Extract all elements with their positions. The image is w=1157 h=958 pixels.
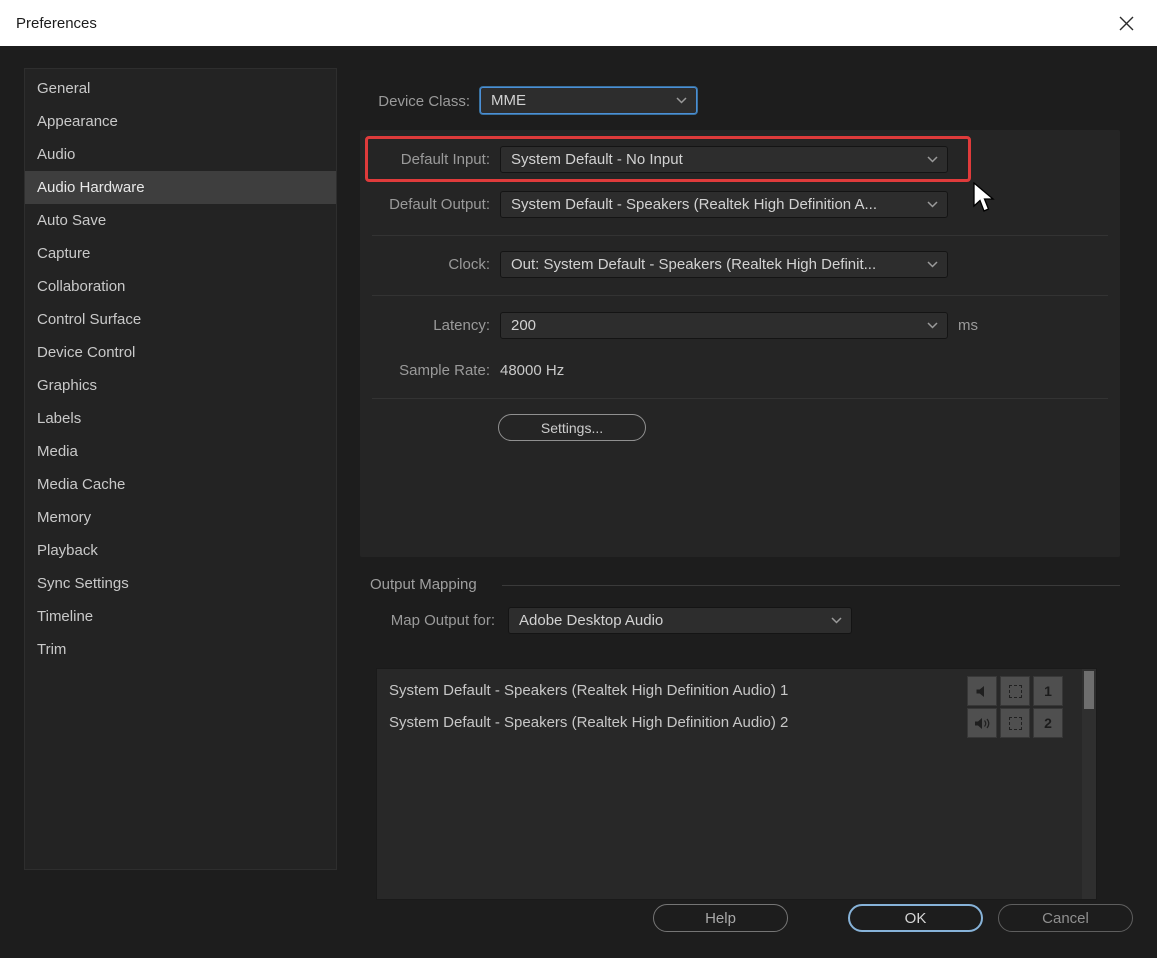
default-output-value: System Default - Speakers (Realtek High … — [511, 196, 877, 213]
mapping-row-label: System Default - Speakers (Realtek High … — [389, 714, 789, 731]
device-class-dropdown[interactable]: MME — [480, 87, 697, 114]
channel-number-badge[interactable]: 2 — [1033, 708, 1063, 738]
sidebar: General Appearance Audio Audio Hardware … — [24, 68, 337, 870]
scrollbar-thumb[interactable] — [1084, 671, 1094, 709]
sidebar-item-media-cache[interactable]: Media Cache — [25, 468, 336, 501]
latency-label: Latency: — [433, 317, 490, 334]
sidebar-item-device-control[interactable]: Device Control — [25, 336, 336, 369]
sidebar-item-control-surface[interactable]: Control Surface — [25, 303, 336, 336]
divider — [372, 398, 1108, 399]
sidebar-item-media[interactable]: Media — [25, 435, 336, 468]
output-mapping-list: System Default - Speakers (Realtek High … — [376, 668, 1097, 900]
dialog-body: General Appearance Audio Audio Hardware … — [0, 46, 1157, 958]
sidebar-item-trim[interactable]: Trim — [25, 633, 336, 666]
speaker-right-channel-button[interactable] — [967, 708, 997, 738]
sidebar-item-timeline[interactable]: Timeline — [25, 600, 336, 633]
device-class-value: MME — [491, 92, 526, 109]
map-output-for-value: Adobe Desktop Audio — [519, 612, 664, 629]
sample-rate-value: 48000 Hz — [500, 362, 565, 379]
stereo-pair-icon — [1008, 716, 1022, 730]
speaker-left-channel-button[interactable] — [967, 676, 997, 706]
map-output-for-label: Map Output for: — [390, 612, 495, 629]
sidebar-item-appearance[interactable]: Appearance — [25, 105, 336, 138]
chevron-down-icon — [927, 322, 938, 329]
default-input-value: System Default - No Input — [511, 151, 683, 168]
sidebar-item-audio-hardware[interactable]: Audio Hardware — [25, 171, 336, 204]
stereo-pair-icon — [1008, 684, 1022, 698]
ok-button[interactable]: OK — [848, 904, 983, 932]
window-title: Preferences — [16, 14, 97, 32]
chevron-down-icon — [927, 261, 938, 268]
default-input-dropdown[interactable]: System Default - No Input — [500, 146, 948, 173]
sidebar-item-capture[interactable]: Capture — [25, 237, 336, 270]
sidebar-item-labels[interactable]: Labels — [25, 402, 336, 435]
speaker-sound-icon — [974, 717, 989, 729]
close-icon — [1119, 16, 1133, 30]
close-button[interactable] — [1111, 8, 1141, 38]
default-output-label: Default Output: — [389, 196, 490, 213]
map-output-for-dropdown[interactable]: Adobe Desktop Audio — [508, 607, 852, 634]
sidebar-item-auto-save[interactable]: Auto Save — [25, 204, 336, 237]
audio-hardware-panel: Default Input: System Default - No Input… — [360, 130, 1120, 557]
titlebar: Preferences — [0, 0, 1157, 46]
stereo-pair-button[interactable] — [1000, 708, 1030, 738]
sidebar-item-playback[interactable]: Playback — [25, 534, 336, 567]
help-button[interactable]: Help — [653, 904, 788, 932]
channel-number-badge[interactable]: 1 — [1033, 676, 1063, 706]
default-input-label: Default Input: — [400, 151, 490, 168]
stereo-pair-button[interactable] — [1000, 676, 1030, 706]
clock-value: Out: System Default - Speakers (Realtek … — [511, 256, 877, 273]
clock-label: Clock: — [448, 256, 490, 273]
settings-button[interactable]: Settings... — [498, 414, 646, 441]
preferences-window: Preferences General Appearance Audio Aud… — [0, 0, 1157, 958]
sidebar-item-collaboration[interactable]: Collaboration — [25, 270, 336, 303]
chevron-down-icon — [831, 617, 842, 624]
speaker-icon — [976, 685, 984, 697]
chevron-down-icon — [927, 201, 938, 208]
clock-dropdown[interactable]: Out: System Default - Speakers (Realtek … — [500, 251, 948, 278]
divider — [372, 295, 1108, 296]
mapping-row-label: System Default - Speakers (Realtek High … — [389, 682, 789, 699]
latency-unit: ms — [958, 317, 978, 334]
sidebar-item-graphics[interactable]: Graphics — [25, 369, 336, 402]
sidebar-item-memory[interactable]: Memory — [25, 501, 336, 534]
divider — [372, 235, 1108, 236]
sidebar-item-sync-settings[interactable]: Sync Settings — [25, 567, 336, 600]
device-class-label: Device Class: — [378, 93, 470, 110]
scrollbar-track[interactable] — [1082, 669, 1096, 899]
chevron-down-icon — [927, 156, 938, 163]
output-mapping-title: Output Mapping — [370, 576, 477, 593]
default-output-dropdown[interactable]: System Default - Speakers (Realtek High … — [500, 191, 948, 218]
chevron-down-icon — [676, 97, 687, 104]
sidebar-item-audio[interactable]: Audio — [25, 138, 336, 171]
sample-rate-label: Sample Rate: — [399, 362, 490, 379]
group-border-line — [502, 585, 1120, 586]
latency-value: 200 — [511, 317, 537, 334]
cancel-button[interactable]: Cancel — [998, 904, 1133, 932]
sidebar-item-general[interactable]: General — [25, 72, 336, 105]
latency-dropdown[interactable]: 200 — [500, 312, 948, 339]
